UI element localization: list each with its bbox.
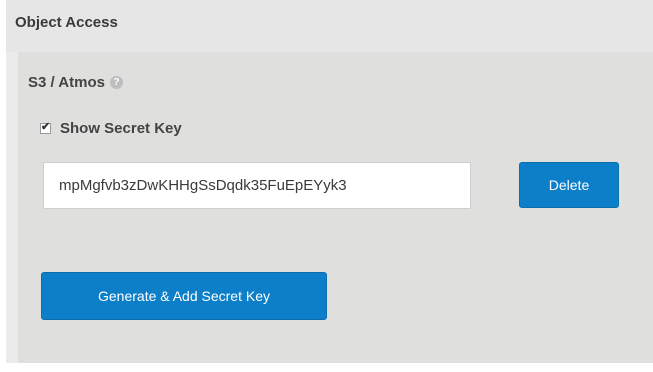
section-title: S3 / Atmos ?	[28, 74, 123, 91]
generate-add-secret-key-button[interactable]: Generate & Add Secret Key	[41, 272, 327, 320]
show-secret-key-checkbox[interactable]: ✔	[40, 121, 51, 134]
delete-button[interactable]: Delete	[519, 162, 619, 208]
checkmark-icon: ✔	[41, 121, 51, 133]
secret-key-input[interactable]	[43, 162, 471, 209]
help-icon[interactable]: ?	[109, 76, 123, 89]
show-secret-key-toggle[interactable]: ✔ Show Secret Key	[40, 120, 182, 137]
panel-title: Object Access	[15, 14, 118, 31]
section-title-label: S3 / Atmos	[28, 74, 105, 91]
panel-header: Object Access	[6, 0, 653, 52]
show-secret-key-label: Show Secret Key	[60, 120, 182, 137]
